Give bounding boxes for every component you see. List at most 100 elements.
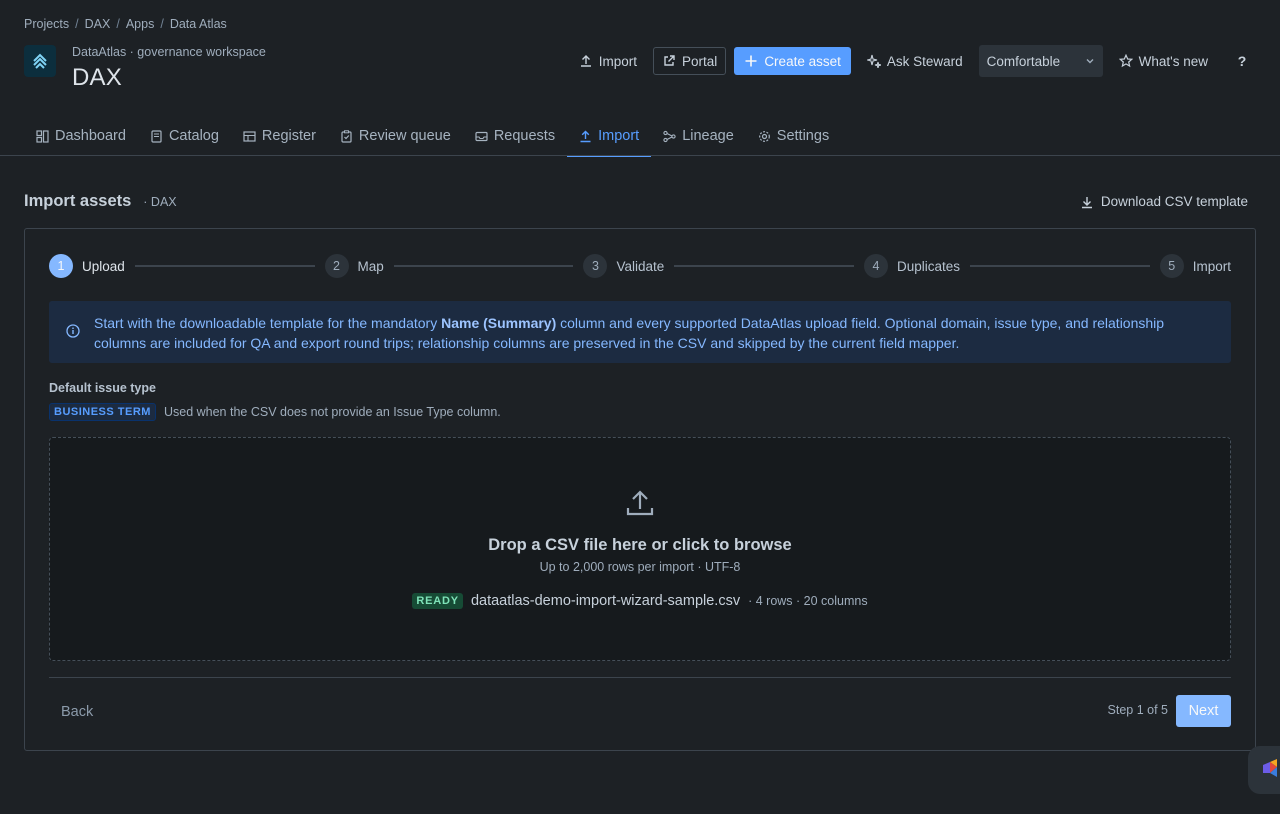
breadcrumb-dax[interactable]: DAX — [85, 17, 111, 31]
issue-type-lozenge[interactable]: BUSINESS TERM — [49, 403, 156, 421]
footer-divider — [49, 677, 1231, 678]
chevron-down-icon — [1086, 59, 1094, 64]
breadcrumb-separator: / — [116, 17, 120, 31]
step-duplicates[interactable]: 4 Duplicates — [864, 254, 960, 278]
breadcrumb-separator: / — [160, 17, 164, 31]
tab-catalog[interactable]: Catalog — [138, 116, 231, 156]
clipboard-check-icon — [341, 129, 352, 143]
tab-label: Settings — [776, 128, 830, 144]
breadcrumb-separator: / — [75, 17, 79, 31]
breadcrumb-data-atlas[interactable]: Data Atlas — [170, 17, 227, 31]
lineage-icon — [663, 130, 676, 142]
tab-label: Requests — [493, 128, 556, 144]
upload-icon — [626, 490, 654, 516]
step-label: Validate — [616, 258, 665, 274]
step-connector — [393, 265, 574, 267]
uploaded-file-meta: · 4 rows · 20 columns — [748, 594, 868, 608]
step-connector — [134, 265, 315, 267]
breadcrumb-projects[interactable]: Projects — [24, 17, 69, 31]
density-select-value: Comfortable — [986, 53, 1061, 69]
tab-label: Import — [598, 128, 640, 144]
density-select[interactable]: Comfortable — [978, 45, 1103, 77]
breadcrumb-apps[interactable]: Apps — [126, 17, 155, 31]
tab-label: Catalog — [168, 128, 219, 144]
csv-dropzone[interactable]: Drop a CSV file here or click to browse … — [49, 437, 1231, 661]
tab-label: Dashboard — [55, 128, 126, 144]
tab-requests[interactable]: Requests — [463, 116, 567, 156]
step-map[interactable]: 2 Map — [324, 254, 384, 278]
chevrons-up-icon — [33, 53, 47, 69]
step-label: Import — [1192, 258, 1232, 274]
create-asset-button-label: Create asset — [764, 53, 841, 69]
issue-type-help: Used when the CSV does not provide an Is… — [163, 405, 501, 419]
step-counter: Step 1 of 5 — [1107, 703, 1168, 717]
app-logo — [24, 45, 56, 77]
table-icon — [243, 130, 256, 142]
step-connector — [970, 265, 1150, 267]
section-title: Import assets — [24, 192, 132, 210]
uploaded-file: READY dataatlas-demo-import-wizard-sampl… — [50, 593, 1230, 609]
breadcrumb: Projects / DAX / Apps / Data Atlas — [24, 17, 227, 31]
import-button-label: Import — [598, 53, 638, 69]
dropzone-subtitle: Up to 2,000 rows per import · UTF-8 — [539, 560, 741, 574]
portal-button-label: Portal — [682, 53, 718, 69]
header-actions: Import Portal Create asset Ask Steward C… — [571, 45, 1252, 77]
section-context: · DAX — [143, 195, 177, 209]
default-issue-type-label: Default issue type — [49, 381, 156, 395]
step-label: Map — [357, 258, 384, 274]
assistant-logo-icon — [1263, 759, 1277, 777]
tab-register[interactable]: Register — [231, 116, 328, 156]
inbox-icon — [475, 131, 488, 141]
info-text-start: Start with the downloadable template for… — [94, 315, 442, 331]
download-template-button[interactable]: Download CSV template — [1080, 194, 1248, 209]
step-label: Duplicates — [897, 258, 961, 274]
plus-icon — [745, 55, 757, 67]
info-icon — [66, 324, 80, 338]
tab-dashboard[interactable]: Dashboard — [24, 116, 138, 156]
tab-label: Lineage — [682, 128, 734, 144]
back-button[interactable]: Back — [49, 696, 105, 728]
gear-icon — [758, 130, 770, 142]
whats-new-button[interactable]: What's new — [1111, 47, 1216, 75]
ready-badge: READY — [412, 593, 463, 609]
main-tabs: Dashboard Catalog Register Review queue … — [24, 116, 1280, 157]
step-number: 5 — [1159, 254, 1184, 278]
step-import[interactable]: 5 Import — [1159, 254, 1232, 278]
step-connector — [674, 265, 854, 267]
ask-steward-button[interactable]: Ask Steward — [859, 47, 971, 75]
import-button[interactable]: Import — [571, 47, 645, 75]
step-number: 2 — [324, 254, 349, 278]
step-validate[interactable]: 3 Validate — [583, 254, 664, 278]
tab-import[interactable]: Import — [567, 116, 652, 157]
app-subtitle: DataAtlas · governance workspace — [72, 45, 266, 59]
help-button[interactable]: ? — [1232, 53, 1252, 69]
dashboard-icon — [36, 129, 49, 143]
download-template-label: Download CSV template — [1100, 194, 1248, 209]
create-asset-button[interactable]: Create asset — [734, 47, 851, 75]
assistant-launcher[interactable] — [1248, 746, 1280, 794]
portal-button[interactable]: Portal — [653, 47, 727, 75]
tab-settings[interactable]: Settings — [746, 116, 841, 156]
wizard-stepper: 1 Upload 2 Map 3 Validate 4 Duplicates 5… — [49, 253, 1231, 279]
info-text-emphasis: Name (Summary) — [441, 315, 557, 331]
upload-icon — [580, 130, 591, 142]
step-upload[interactable]: 1 Upload — [49, 254, 125, 278]
next-button[interactable]: Next — [1176, 695, 1231, 727]
step-number: 4 — [864, 254, 888, 278]
import-wizard-card: 1 Upload 2 Map 3 Validate 4 Duplicates 5… — [24, 228, 1256, 751]
step-label: Upload — [82, 258, 125, 274]
tab-label: Register — [261, 128, 316, 144]
step-number: 1 — [49, 254, 73, 278]
ask-steward-button-label: Ask Steward — [886, 53, 963, 69]
book-icon — [151, 129, 162, 143]
tabs-divider — [0, 155, 1280, 156]
info-banner: Start with the downloadable template for… — [49, 301, 1231, 363]
sparkle-icon — [866, 54, 881, 68]
whats-new-button-label: What's new — [1138, 53, 1208, 69]
tab-review-queue[interactable]: Review queue — [328, 116, 463, 156]
upload-icon — [580, 55, 591, 67]
tab-lineage[interactable]: Lineage — [651, 116, 746, 156]
download-icon — [1081, 196, 1092, 208]
tab-label: Review queue — [358, 128, 451, 144]
uploaded-filename: dataatlas-demo-import-wizard-sample.csv — [470, 593, 741, 609]
